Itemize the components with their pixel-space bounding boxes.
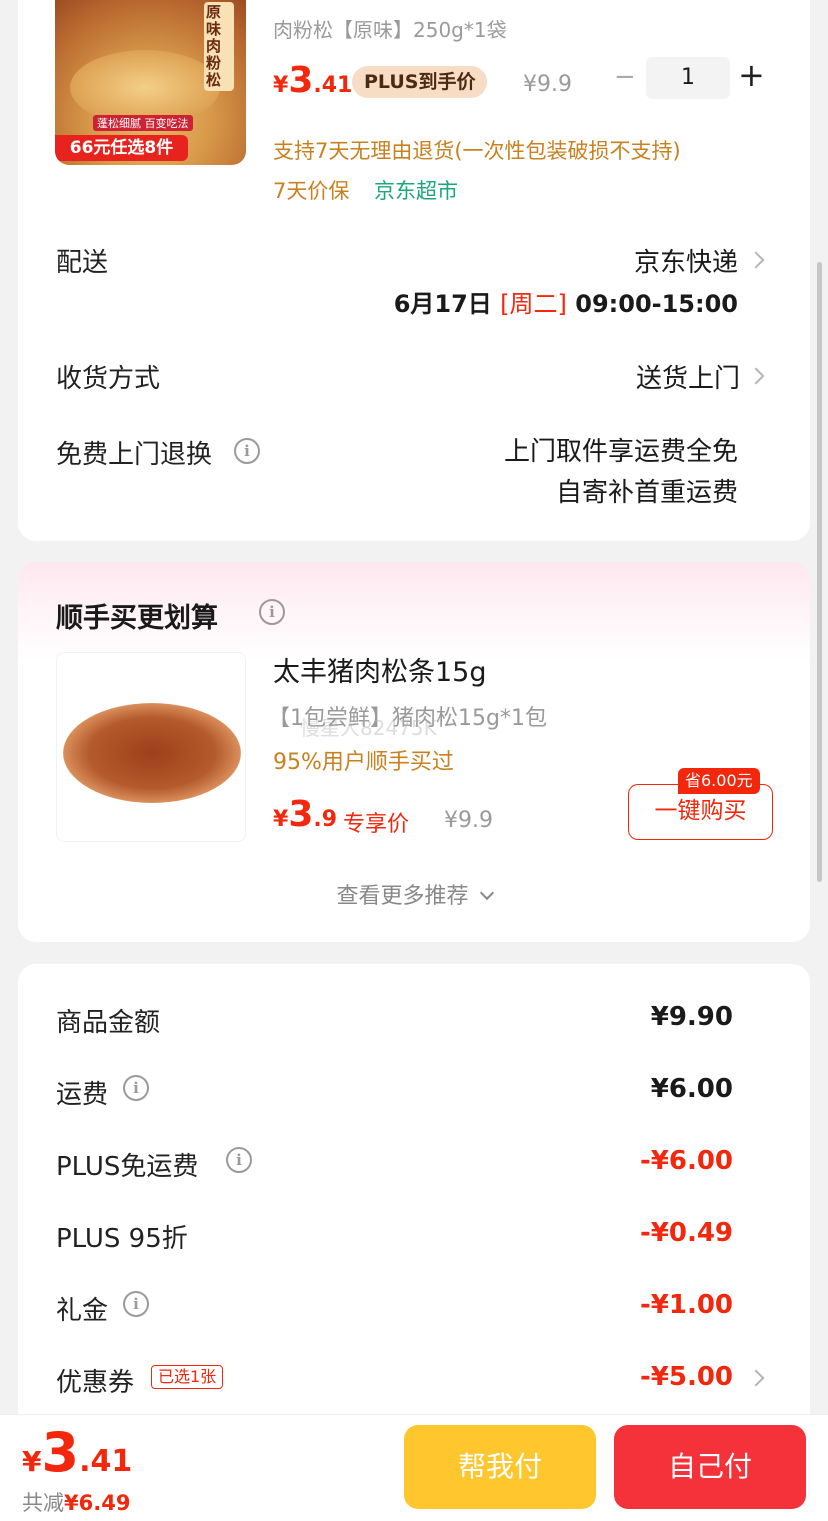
addon-price-dec: .9 [313, 807, 338, 832]
summary-label-coupon: 优惠券 [56, 1368, 135, 1398]
delivery-chevron-icon[interactable] [747, 251, 765, 269]
addon-name[interactable]: 太丰猪肉松条15g [273, 650, 487, 689]
product-slogan: 蓬松细腻 百变吃法 [93, 115, 193, 131]
return-policy: 支持7天无理由退货(一次性包装破损不支持) [273, 139, 681, 163]
gift-cash-info-icon[interactable]: i [123, 1291, 149, 1317]
summary-value-plus-free-shipping: -¥6.00 [639, 1146, 733, 1176]
addon-price-symbol: ¥ [273, 807, 289, 832]
more-recommendations-label: 查看更多推荐 [336, 884, 469, 909]
summary-label-goods: 商品金额 [56, 1008, 161, 1038]
price-symbol: ¥ [273, 73, 289, 98]
summary-label-plus-free-shipping: PLUS免运费 [56, 1152, 199, 1182]
free-return-line1: 上门取件享运费全免 [503, 437, 738, 467]
summary-value-shipping: ¥6.00 [650, 1074, 733, 1104]
receive-method[interactable]: 送货上门 [636, 358, 740, 395]
addon-original-price: ¥9.9 [444, 808, 493, 833]
addon-info-icon[interactable]: i [259, 599, 285, 625]
chevron-down-icon [479, 885, 494, 901]
floss-bowl [70, 50, 220, 125]
qty-input[interactable]: 1 [646, 57, 730, 99]
addon-card: 顺手买更划算 i 太丰猪肉松条15g 【1包尝鲜】猪肉松15g*1包 慢星人82… [18, 562, 810, 942]
scrollbar[interactable] [817, 262, 822, 882]
addon-title: 顺手买更划算 [56, 603, 218, 634]
more-recommendations-link[interactable]: 查看更多推荐 [18, 878, 810, 910]
delivery-weekday: [周二] [500, 290, 567, 318]
addon-bowl [63, 703, 241, 803]
summary-label-shipping: 运费 [56, 1080, 109, 1110]
total-saved-label: 共减 [22, 1491, 64, 1515]
original-price: ¥9.9 [523, 72, 572, 97]
save-badge: 省6.00元 [678, 768, 760, 794]
receive-chevron-icon[interactable] [747, 367, 765, 385]
watermark: 慢星人82475K [300, 716, 437, 740]
coupon-tag[interactable]: 已选1张 [151, 1365, 224, 1389]
price-int: 3 [288, 60, 314, 101]
summary-value-coupon[interactable]: -¥5.00 [640, 1362, 733, 1392]
product-image[interactable]: 原味肉粉松 蓬松细腻 百变吃法 66元任选8件 [55, 0, 246, 165]
order-card: 原味肉粉松 蓬松细腻 百变吃法 66元任选8件 肉粉松【原味】250g*1袋 ¥… [18, 0, 810, 541]
free-return-label: 免费上门退换 [56, 440, 213, 470]
summary-card: 商品金额 ¥9.90 运费 i ¥6.00 PLUS免运费 i -¥6.00 P… [18, 964, 810, 1464]
store-tag: 京东超市 [374, 179, 458, 203]
product-price: ¥3.41 [273, 60, 352, 101]
delivery-time: 6月17日 [周二] 09:00-15:00 [394, 284, 738, 319]
promo-banner: 66元任选8件 [55, 135, 188, 161]
addon-price-int: 3 [288, 794, 314, 835]
product-badge: 原味肉粉松 [204, 2, 234, 91]
addon-stat: 95%用户顺手买过 [273, 750, 454, 775]
price-protect: 7天价保 [273, 179, 350, 203]
self-pay-button[interactable]: 自己付 [614, 1425, 806, 1509]
help-pay-button[interactable]: 帮我付 [404, 1425, 596, 1509]
total-price-symbol: ¥ [22, 1445, 42, 1478]
summary-value-goods: ¥9.90 [650, 1002, 733, 1032]
shipping-info-icon[interactable]: i [123, 1075, 149, 1101]
addon-price-tag: 专享价 [343, 812, 410, 837]
bottom-bar: ¥3.41 共减¥6.49 帮我付 自己付 [0, 1414, 828, 1521]
qty-decrease-button[interactable]: − [614, 62, 636, 92]
total-price: ¥3.41 [22, 1421, 132, 1484]
summary-value-plus-discount: -¥0.49 [639, 1218, 733, 1248]
plus-shipping-info-icon[interactable]: i [226, 1147, 252, 1173]
delivery-date: 6月17日 [393, 290, 492, 318]
total-saved-value: ¥6.49 [64, 1491, 131, 1515]
price-dec: .41 [313, 73, 353, 98]
plus-price-tag: PLUS到手价 [352, 66, 488, 98]
qty-increase-button[interactable]: + [738, 56, 765, 94]
addon-image[interactable] [56, 652, 246, 842]
summary-value-gift-cash: -¥1.00 [639, 1290, 733, 1320]
free-return-info-icon[interactable]: i [234, 438, 260, 464]
total-price-dec: .41 [79, 1444, 133, 1479]
delivery-window: 09:00-15:00 [575, 290, 738, 318]
addon-price: ¥3.9 [273, 794, 337, 835]
summary-label-gift-cash: 礼金 [56, 1296, 109, 1326]
delivery-carrier[interactable]: 京东快递 [634, 242, 738, 279]
total-price-int: 3 [41, 1421, 80, 1484]
product-sku: 肉粉松【原味】250g*1袋 [273, 18, 507, 42]
free-return-line2: 自寄补首重运费 [555, 478, 738, 508]
delivery-label: 配送 [56, 248, 109, 278]
coupon-chevron-icon[interactable] [747, 1369, 765, 1387]
total-saved: 共减¥6.49 [22, 1487, 130, 1517]
summary-label-plus-discount: PLUS 95折 [56, 1224, 188, 1254]
receive-label: 收货方式 [56, 364, 161, 394]
